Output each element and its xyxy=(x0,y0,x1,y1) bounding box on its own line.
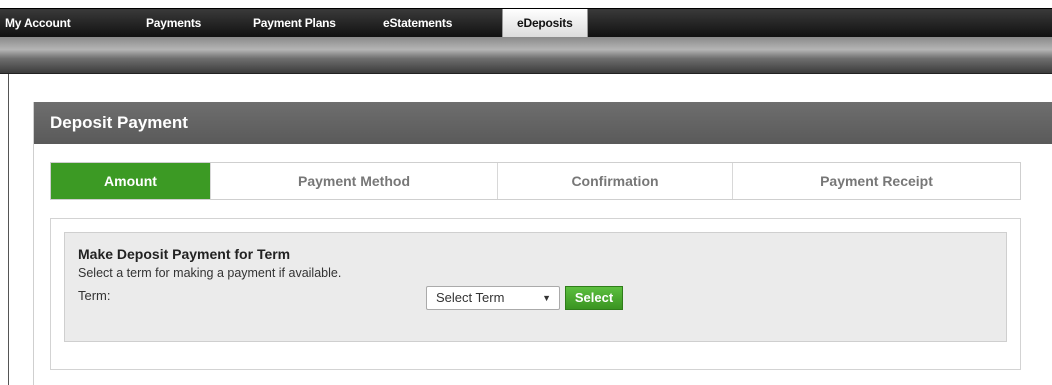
chevron-down-icon: ▼ xyxy=(542,293,551,303)
panel-title: Deposit Payment xyxy=(50,113,188,132)
form-title: Make Deposit Payment for Term xyxy=(78,246,291,262)
step-payment-receipt[interactable]: Payment Receipt xyxy=(733,163,1020,199)
select-button[interactable]: Select xyxy=(565,286,623,310)
sub-nav-bar xyxy=(0,37,1052,74)
nav-item-estatements[interactable]: eStatements xyxy=(383,9,452,37)
term-select[interactable]: Select Term ▼ xyxy=(426,286,560,310)
term-label: Term: xyxy=(78,288,111,303)
step-tabs: Amount Payment Method Confirmation Payme… xyxy=(50,162,1021,200)
nav-item-payments[interactable]: Payments xyxy=(146,9,201,37)
nav-item-my-account[interactable]: My Account xyxy=(5,9,71,37)
term-select-value: Select Term xyxy=(436,290,505,305)
nav-item-edeposits[interactable]: eDeposits xyxy=(502,9,588,37)
nav-item-payment-plans[interactable]: Payment Plans xyxy=(253,9,336,37)
step-amount[interactable]: Amount xyxy=(51,163,211,199)
form-description: Select a term for making a payment if av… xyxy=(78,266,342,280)
panel-header: Deposit Payment xyxy=(34,102,1052,144)
step-confirmation[interactable]: Confirmation xyxy=(498,163,733,199)
step-payment-method[interactable]: Payment Method xyxy=(211,163,498,199)
top-nav: My Account Payments Payment Plans eState… xyxy=(0,8,1052,37)
content-box: Make Deposit Payment for Term Select a t… xyxy=(50,218,1021,370)
deposit-payment-panel: Deposit Payment Amount Payment Method Co… xyxy=(33,102,1052,385)
